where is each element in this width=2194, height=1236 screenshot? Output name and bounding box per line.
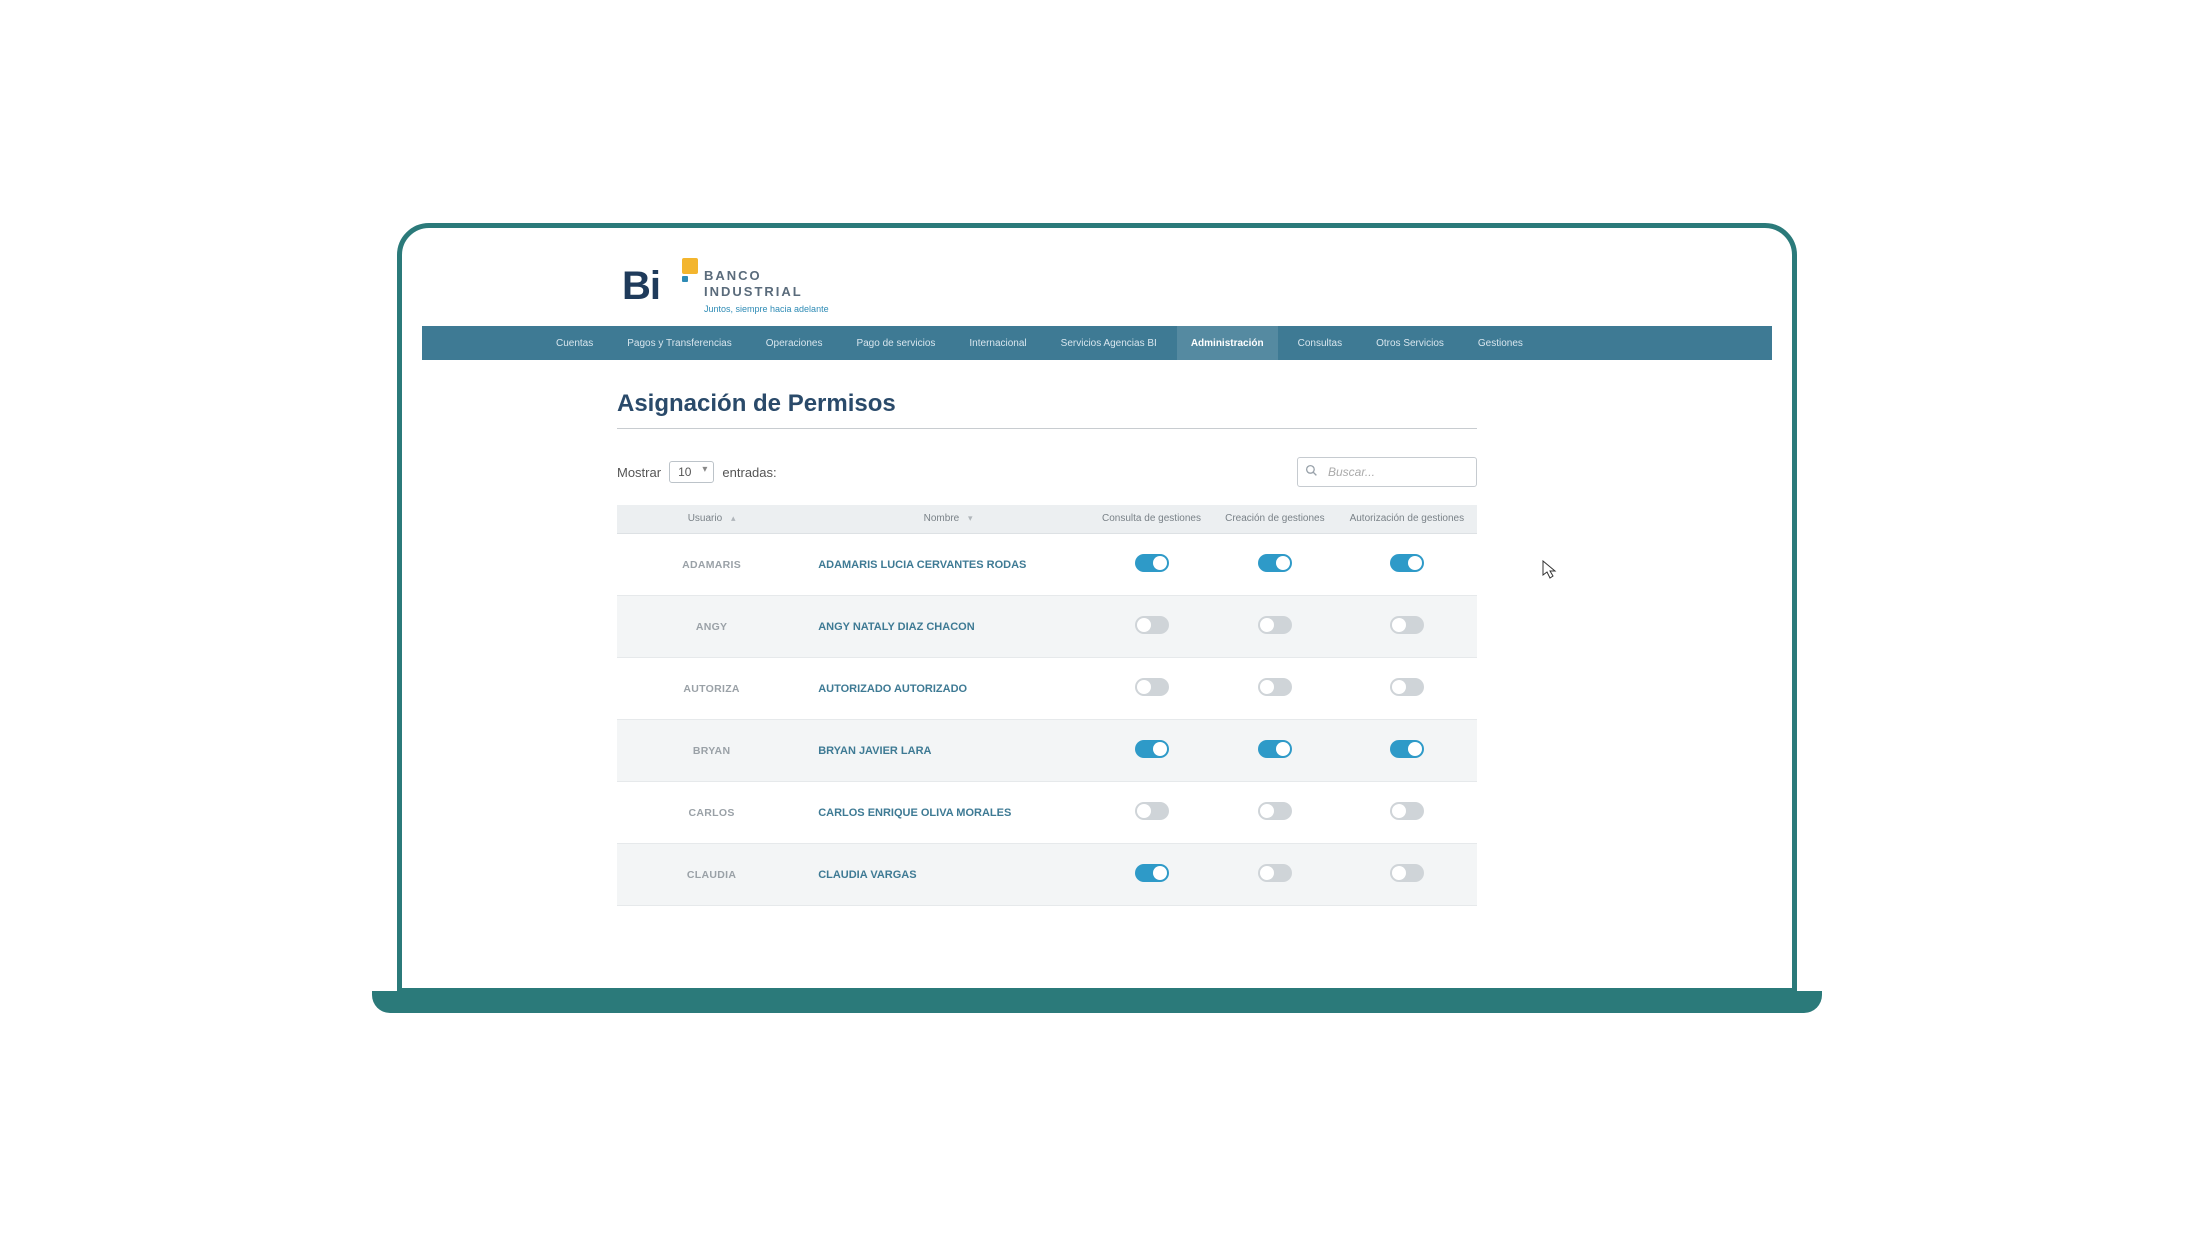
- screen: Bi BANCO INDUSTRIAL Juntos, siempre haci…: [422, 248, 1772, 968]
- entries-control: Mostrar 10 entradas:: [617, 461, 777, 483]
- permission-toggle[interactable]: [1390, 678, 1424, 696]
- name-cell: ADAMARIS LUCIA CERVANTES RODAS: [806, 534, 1090, 596]
- toggle-cell: [1213, 844, 1337, 906]
- table-row: CARLOSCARLOS ENRIQUE OLIVA MORALES: [617, 782, 1477, 844]
- toggle-cell: [1337, 658, 1477, 720]
- permission-toggle[interactable]: [1258, 678, 1292, 696]
- user-cell: CLAUDIA: [617, 844, 806, 906]
- user-cell: AUTORIZA: [617, 658, 806, 720]
- logo-mark: Bi: [622, 266, 692, 316]
- brand-name-1: BANCO: [704, 268, 829, 284]
- nav-item[interactable]: Operaciones: [752, 326, 837, 360]
- page-title: Asignación de Permisos: [617, 390, 1477, 429]
- search-wrap: [1297, 457, 1477, 487]
- nav-item[interactable]: Gestiones: [1464, 326, 1537, 360]
- name-cell: CLAUDIA VARGAS: [806, 844, 1090, 906]
- col-creacion[interactable]: Creación de gestiones: [1213, 505, 1337, 534]
- logo-glyph: Bi: [622, 264, 660, 308]
- toggle-cell: [1090, 596, 1213, 658]
- toggle-cell: [1213, 658, 1337, 720]
- name-cell: AUTORIZADO AUTORIZADO: [806, 658, 1090, 720]
- table-row: ADAMARISADAMARIS LUCIA CERVANTES RODAS: [617, 534, 1477, 596]
- toggle-cell: [1337, 720, 1477, 782]
- toggle-cell: [1090, 782, 1213, 844]
- name-cell: ANGY NATALY DIAZ CHACON: [806, 596, 1090, 658]
- permissions-table: Usuario ▴ Nombre ▾ Consulta de gestiones…: [617, 505, 1477, 906]
- search-input[interactable]: [1297, 457, 1477, 487]
- brand-logo: Bi BANCO INDUSTRIAL Juntos, siempre haci…: [622, 266, 829, 316]
- sort-icon: ▾: [968, 513, 973, 523]
- toggle-cell: [1213, 534, 1337, 596]
- table-row: ANGYANGY NATALY DIAZ CHACON: [617, 596, 1477, 658]
- table-row: BRYANBRYAN JAVIER LARA: [617, 720, 1477, 782]
- nav-item[interactable]: Internacional: [955, 326, 1040, 360]
- device-frame: Bi BANCO INDUSTRIAL Juntos, siempre haci…: [397, 223, 1797, 993]
- toggle-cell: [1337, 844, 1477, 906]
- name-cell: BRYAN JAVIER LARA: [806, 720, 1090, 782]
- nav-item[interactable]: Pagos y Transferencias: [613, 326, 746, 360]
- permission-toggle[interactable]: [1390, 554, 1424, 572]
- nav-item[interactable]: Cuentas: [542, 326, 607, 360]
- brand-slogan: Juntos, siempre hacia adelante: [704, 304, 829, 314]
- header: Bi BANCO INDUSTRIAL Juntos, siempre haci…: [422, 248, 1772, 326]
- col-user[interactable]: Usuario ▴: [617, 505, 806, 534]
- permission-toggle[interactable]: [1258, 740, 1292, 758]
- permission-toggle[interactable]: [1135, 616, 1169, 634]
- toggle-cell: [1213, 782, 1337, 844]
- nav-item[interactable]: Administración: [1177, 326, 1278, 360]
- nav-item[interactable]: Consultas: [1284, 326, 1356, 360]
- table-controls: Mostrar 10 entradas:: [617, 457, 1477, 487]
- col-name[interactable]: Nombre ▾: [806, 505, 1090, 534]
- permission-toggle[interactable]: [1390, 616, 1424, 634]
- toggle-cell: [1090, 534, 1213, 596]
- cursor-icon: [1542, 560, 1558, 585]
- permission-toggle[interactable]: [1135, 678, 1169, 696]
- col-consulta[interactable]: Consulta de gestiones: [1090, 505, 1213, 534]
- name-cell: CARLOS ENRIQUE OLIVA MORALES: [806, 782, 1090, 844]
- entries-count: 10: [678, 465, 691, 479]
- content: Asignación de Permisos Mostrar 10 entrad…: [617, 360, 1477, 906]
- show-label: Mostrar: [617, 465, 661, 480]
- permission-toggle[interactable]: [1390, 864, 1424, 882]
- permission-toggle[interactable]: [1258, 802, 1292, 820]
- toggle-cell: [1090, 658, 1213, 720]
- permission-toggle[interactable]: [1258, 616, 1292, 634]
- toggle-cell: [1337, 534, 1477, 596]
- device-base: [372, 991, 1822, 1013]
- search-icon: [1305, 464, 1318, 480]
- user-cell: CARLOS: [617, 782, 806, 844]
- permission-toggle[interactable]: [1390, 802, 1424, 820]
- sort-asc-icon: ▴: [731, 513, 736, 523]
- toggle-cell: [1337, 782, 1477, 844]
- permission-toggle[interactable]: [1135, 740, 1169, 758]
- user-cell: ANGY: [617, 596, 806, 658]
- user-cell: BRYAN: [617, 720, 806, 782]
- permission-toggle[interactable]: [1258, 864, 1292, 882]
- toggle-cell: [1337, 596, 1477, 658]
- entries-label: entradas:: [722, 465, 776, 480]
- logo-dot-icon: [682, 276, 688, 282]
- toggle-cell: [1090, 720, 1213, 782]
- table-row: CLAUDIACLAUDIA VARGAS: [617, 844, 1477, 906]
- toggle-cell: [1213, 596, 1337, 658]
- main-nav: CuentasPagos y TransferenciasOperaciones…: [422, 326, 1772, 360]
- brand-name-2: INDUSTRIAL: [704, 284, 829, 300]
- entries-select[interactable]: 10: [669, 461, 714, 483]
- nav-item[interactable]: Servicios Agencias BI: [1047, 326, 1171, 360]
- permission-toggle[interactable]: [1390, 740, 1424, 758]
- user-cell: ADAMARIS: [617, 534, 806, 596]
- permission-toggle[interactable]: [1135, 864, 1169, 882]
- table-row: AUTORIZAAUTORIZADO AUTORIZADO: [617, 658, 1477, 720]
- permission-toggle[interactable]: [1258, 554, 1292, 572]
- nav-item[interactable]: Pago de servicios: [842, 326, 949, 360]
- logo-square-icon: [682, 258, 698, 274]
- nav-item[interactable]: Otros Servicios: [1362, 326, 1458, 360]
- toggle-cell: [1213, 720, 1337, 782]
- toggle-cell: [1090, 844, 1213, 906]
- permission-toggle[interactable]: [1135, 554, 1169, 572]
- col-autorizacion[interactable]: Autorización de gestiones: [1337, 505, 1477, 534]
- permission-toggle[interactable]: [1135, 802, 1169, 820]
